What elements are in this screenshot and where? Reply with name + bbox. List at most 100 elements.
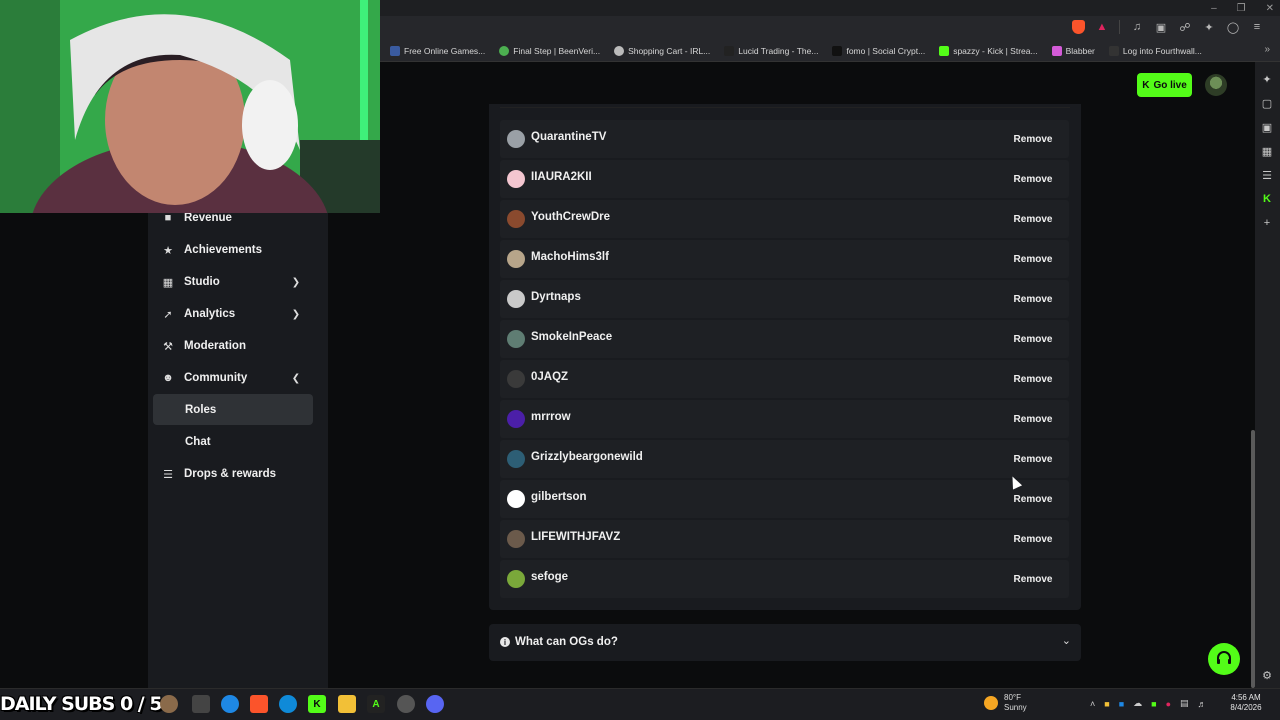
weather-widget[interactable]: 80°F Sunny bbox=[984, 693, 1027, 713]
bookmark-favicon-icon bbox=[832, 45, 843, 56]
faq-accordion[interactable]: i What can OGs do? ⌄ bbox=[489, 624, 1081, 661]
close-icon[interactable]: ✕ bbox=[1266, 3, 1274, 14]
bookmark-item[interactable]: Log into Fourthwall... bbox=[1108, 45, 1202, 56]
nav-label: Studio bbox=[184, 276, 220, 288]
nav-item-drops-rewards[interactable]: ☰ Drops & rewards bbox=[162, 464, 276, 484]
nav-item-analytics[interactable]: ➚ Analytics bbox=[162, 304, 235, 324]
bookmark-item[interactable]: spazzy - Kick | Strea... bbox=[939, 45, 1038, 56]
remove-button[interactable]: Remove bbox=[1006, 486, 1060, 512]
add-panel-icon[interactable]: + bbox=[1260, 216, 1274, 230]
support-button[interactable] bbox=[1208, 643, 1240, 675]
app-icon[interactable] bbox=[221, 695, 239, 713]
remove-button[interactable]: Remove bbox=[1006, 126, 1060, 152]
remove-button[interactable]: Remove bbox=[1006, 246, 1060, 272]
nav-label: Community bbox=[184, 372, 248, 384]
bookmark-label: Lucid Trading - The... bbox=[738, 45, 819, 56]
taskbar-clock[interactable]: 4:56 AM 8/4/2026 bbox=[1226, 693, 1266, 713]
volume-icon[interactable]: ♬ bbox=[1198, 699, 1207, 709]
leo-ai-icon[interactable]: ✦ bbox=[1202, 20, 1216, 34]
file-explorer-icon[interactable] bbox=[338, 695, 356, 713]
nav-label: Moderation bbox=[184, 340, 246, 352]
tray-app-icon[interactable]: ■ bbox=[1104, 699, 1109, 709]
nav-label: Drops & rewards bbox=[184, 468, 277, 480]
kick-app-icon[interactable]: K bbox=[308, 695, 326, 713]
user-avatar bbox=[507, 170, 525, 188]
vpn-icon[interactable]: ◯ bbox=[1226, 20, 1240, 34]
og-user-row: sefoge Remove bbox=[500, 560, 1069, 598]
wallet-icon[interactable]: ▣ bbox=[1154, 20, 1168, 34]
info-icon: i bbox=[500, 637, 510, 647]
remove-button[interactable]: Remove bbox=[1006, 526, 1060, 552]
brave-rewards-icon[interactable]: ▲ bbox=[1095, 20, 1109, 34]
minimize-icon[interactable]: – bbox=[1211, 3, 1217, 14]
remove-button[interactable]: Remove bbox=[1006, 166, 1060, 192]
temperature: 80°F bbox=[1004, 693, 1021, 702]
settings-icon[interactable]: ⚙ bbox=[1260, 668, 1274, 682]
reading-icon[interactable]: ☰ bbox=[1260, 168, 1274, 182]
obs-icon[interactable] bbox=[397, 695, 415, 713]
nav-item-moderation[interactable]: ⚒ Moderation bbox=[162, 336, 246, 356]
go-live-button[interactable]: K Go live bbox=[1137, 73, 1192, 97]
microphone-icon[interactable]: ● bbox=[1166, 699, 1171, 709]
bookmark-item[interactable]: Final Step | BeenVeri... bbox=[499, 45, 600, 56]
chevron-up-icon[interactable]: ❮ bbox=[290, 372, 302, 384]
media-icon[interactable]: ♫ bbox=[1130, 20, 1144, 34]
nav-item-achievements[interactable]: ★ Achievements bbox=[162, 240, 262, 260]
restore-icon[interactable]: ❐ bbox=[1237, 3, 1246, 14]
remove-button[interactable]: Remove bbox=[1006, 326, 1060, 352]
trophy-icon: ★ bbox=[163, 244, 173, 257]
chevron-down-icon: ⌄ bbox=[1061, 635, 1071, 647]
tray-app-icon[interactable]: ■ bbox=[1151, 699, 1156, 709]
bookmark-item[interactable]: fomo | Social Crypt... bbox=[832, 45, 925, 56]
remove-button[interactable]: Remove bbox=[1006, 286, 1060, 312]
reading-list-icon[interactable]: ▢ bbox=[1260, 96, 1274, 110]
chevron-up-icon[interactable]: ˄ bbox=[1090, 699, 1095, 709]
remove-button[interactable]: Remove bbox=[1006, 406, 1060, 432]
bookmarks-overflow-icon[interactable]: » bbox=[1264, 44, 1270, 55]
chevron-down-icon[interactable]: ❯ bbox=[290, 276, 302, 288]
bookmark-item[interactable]: Free Online Games... bbox=[390, 45, 485, 56]
bookmark-item[interactable]: Blabber bbox=[1051, 45, 1095, 56]
kick-logo-icon: K bbox=[1142, 79, 1150, 91]
user-avatar bbox=[507, 290, 525, 308]
remove-button[interactable]: Remove bbox=[1006, 566, 1060, 592]
webcam-feed bbox=[0, 0, 380, 213]
remove-button[interactable]: Remove bbox=[1006, 366, 1060, 392]
tray-app-icon[interactable]: ☁ bbox=[1133, 698, 1142, 709]
edge-icon[interactable] bbox=[279, 695, 297, 713]
network-icon[interactable]: ▤ bbox=[1180, 698, 1189, 709]
nav-subitem-roles[interactable]: Roles bbox=[185, 400, 216, 420]
brave-shields-icon[interactable] bbox=[1072, 20, 1085, 34]
nav-item-studio[interactable]: ▦ Studio bbox=[162, 272, 220, 292]
discord-icon[interactable] bbox=[426, 695, 444, 713]
extensions-icon[interactable]: ☍ bbox=[1178, 20, 1192, 34]
chevron-down-icon[interactable]: ❯ bbox=[290, 308, 302, 320]
toolbar-separator bbox=[1119, 20, 1120, 34]
brave-browser-icon[interactable] bbox=[250, 695, 268, 713]
bookmarks-bar: Free Online Games... Final Step | BeenVe… bbox=[380, 40, 1280, 62]
remove-button[interactable]: Remove bbox=[1006, 206, 1060, 232]
nav-item-community[interactable]: ☻ Community bbox=[162, 368, 247, 388]
bookmark-favicon-icon bbox=[499, 45, 510, 56]
og-user-row: SmokeInPeace Remove bbox=[500, 320, 1069, 358]
bookmark-item[interactable]: Lucid Trading - The... bbox=[724, 45, 819, 56]
lucid-app-icon[interactable]: A bbox=[367, 695, 385, 713]
user-avatar[interactable] bbox=[1205, 74, 1227, 96]
task-view-icon[interactable] bbox=[192, 695, 210, 713]
bookmark-item[interactable]: Shopping Cart - IRL... bbox=[614, 45, 710, 56]
leo-icon[interactable]: ✦ bbox=[1260, 72, 1274, 86]
kick-panel-icon[interactable]: K bbox=[1260, 192, 1274, 206]
sun-icon bbox=[984, 696, 998, 710]
menu-icon[interactable]: ≡ bbox=[1250, 20, 1264, 34]
og-user-row: Dyrtnaps Remove bbox=[500, 280, 1069, 318]
wallet-icon[interactable]: ▣ bbox=[1260, 120, 1274, 134]
bookmarks-icon[interactable]: ▦ bbox=[1260, 144, 1274, 158]
og-user-row: Grizzlybeargonewild Remove bbox=[500, 440, 1069, 478]
analytics-icon: ➚ bbox=[163, 308, 173, 321]
remove-button[interactable]: Remove bbox=[1006, 446, 1060, 472]
username: YouthCrewDre bbox=[531, 211, 611, 223]
tray-app-icon[interactable]: ■ bbox=[1119, 699, 1124, 709]
nav-item-roles-active[interactable] bbox=[153, 394, 313, 425]
nav-subitem-chat[interactable]: Chat bbox=[185, 432, 211, 452]
username: MachoHims3lf bbox=[531, 251, 609, 263]
